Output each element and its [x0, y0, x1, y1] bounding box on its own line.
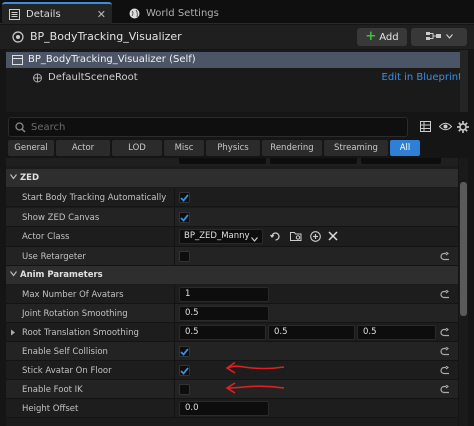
chevron-down-icon	[445, 32, 453, 42]
reset-to-default-icon[interactable]	[440, 346, 450, 359]
property-max-avatars: Max Number Of Avatars 1	[6, 285, 458, 304]
property-label: Max Number Of Avatars	[22, 290, 124, 300]
category-lod[interactable]: LOD	[112, 140, 162, 156]
page-title: BP_BodyTracking_Visualizer	[30, 30, 182, 43]
add-circle-icon[interactable]	[310, 231, 321, 245]
category-general[interactable]: General	[8, 140, 54, 156]
close-icon[interactable]: ✕	[97, 8, 106, 21]
root-smoothing-x-input[interactable]: 0.5	[179, 325, 266, 340]
property-label: Stick Avatar On Floor	[22, 366, 112, 376]
blueprint-graph-icon	[425, 31, 442, 44]
plus-icon: +	[365, 29, 377, 44]
property-label: Show ZED Canvas	[22, 213, 100, 223]
gear-icon[interactable]	[457, 121, 469, 136]
property-label: Start Body Tracking Automatically	[22, 193, 167, 203]
tab-details[interactable]: Details ✕	[2, 2, 112, 24]
property-label: Height Offset	[22, 404, 79, 414]
foot-ik-checkbox[interactable]	[179, 384, 190, 395]
property-label: Actor Class	[22, 232, 70, 242]
annotation-arrow-foot-ik	[225, 382, 285, 394]
category-rendering[interactable]: Rendering	[262, 140, 322, 156]
use-selected-icon[interactable]	[270, 231, 281, 245]
reset-to-default-icon[interactable]	[440, 384, 450, 397]
category-misc[interactable]: Misc	[164, 140, 204, 156]
tab-world-settings-label: World Settings	[146, 7, 219, 19]
search-bar	[8, 117, 408, 137]
scene-root-icon	[32, 73, 43, 86]
property-label: Root Translation Smoothing	[22, 328, 139, 338]
section-anim-parameters[interactable]: Anim Parameters	[6, 266, 458, 284]
property-label: Joint Rotation Smoothing	[22, 309, 128, 319]
reset-to-default-icon[interactable]	[440, 289, 450, 302]
property-joint-smoothing: Joint Rotation Smoothing 0.5	[6, 304, 458, 323]
root-smoothing-z-input[interactable]: 0.5	[357, 325, 436, 340]
start-tracking-checkbox[interactable]	[179, 192, 190, 203]
clipped-row	[6, 158, 458, 166]
tree-item-self[interactable]: BP_BodyTracking_Visualizer (Self)	[6, 52, 468, 68]
blueprint-object-icon	[12, 31, 24, 46]
section-zed[interactable]: ZED	[6, 169, 458, 187]
property-start-tracking: Start Body Tracking Automatically	[6, 188, 458, 207]
category-all[interactable]: All	[390, 140, 420, 156]
property-self-collision: Enable Self Collision	[6, 342, 458, 361]
show-canvas-checkbox[interactable]	[179, 212, 190, 223]
property-root-smoothing: Root Translation Smoothing 0.5 0.5 0.5	[6, 323, 458, 342]
property-label: Enable Foot IK	[22, 385, 83, 395]
height-offset-input[interactable]: 0.0	[179, 401, 269, 416]
annotation-arrow-stick-floor	[225, 361, 285, 374]
stick-floor-checkbox[interactable]	[179, 365, 190, 376]
actor-class-value: BP_ZED_Manny	[184, 231, 250, 241]
property-show-canvas: Show ZED Canvas	[6, 208, 458, 227]
search-input[interactable]	[31, 120, 401, 135]
self-collision-checkbox[interactable]	[179, 346, 190, 357]
joint-smoothing-input[interactable]: 0.5	[179, 306, 269, 321]
browse-folder-icon[interactable]	[290, 231, 302, 244]
add-component-button[interactable]: + Add	[357, 28, 407, 46]
chevron-right-icon[interactable]	[10, 329, 16, 339]
property-panel: ZED Start Body Tracking Automatically Sh…	[6, 158, 458, 426]
max-avatars-input[interactable]: 1	[179, 287, 269, 302]
tab-world-settings[interactable]: World Settings	[122, 2, 232, 24]
scrollbar-thumb[interactable]	[460, 182, 467, 316]
section-zed-label: ZED	[20, 173, 40, 183]
edit-in-blueprint-link[interactable]: Edit in Blueprint	[382, 72, 462, 83]
use-retargeter-checkbox[interactable]	[179, 251, 190, 262]
tree-scrollbar[interactable]	[460, 50, 468, 112]
clear-x-icon[interactable]	[328, 231, 338, 244]
property-use-retargeter: Use Retargeter	[6, 247, 458, 266]
details-icon	[8, 8, 20, 20]
tree-item-default-scene-root-label: DefaultSceneRoot	[48, 72, 138, 83]
category-physics[interactable]: Physics	[206, 140, 260, 156]
property-scrollbar[interactable]	[459, 158, 468, 426]
blueprint-options-button[interactable]	[411, 28, 467, 46]
section-anim-parameters-label: Anim Parameters	[20, 270, 103, 280]
tree-item-self-label: BP_BodyTracking_Visualizer (Self)	[28, 54, 196, 65]
tab-strip: Details ✕ World Settings	[0, 0, 474, 24]
property-label: Use Retargeter	[22, 252, 86, 262]
globe-icon	[128, 7, 140, 19]
eye-icon[interactable]	[438, 121, 453, 135]
reset-to-default-icon[interactable]	[440, 251, 450, 264]
category-streaming[interactable]: Streaming	[324, 140, 388, 156]
property-height-offset: Height Offset 0.0	[6, 399, 458, 418]
add-label: Add	[379, 31, 399, 43]
search-icon	[15, 122, 26, 136]
actor-class-dropdown[interactable]: BP_ZED_Manny	[179, 229, 263, 244]
category-filter-bar: General Actor LOD Misc Physics Rendering…	[8, 140, 468, 156]
component-tree: BP_BodyTracking_Visualizer (Self) Defaul…	[6, 50, 468, 112]
component-icon	[12, 55, 23, 68]
chevron-down-icon	[251, 234, 258, 247]
table-view-icon[interactable]	[420, 121, 431, 135]
property-actor-class: Actor Class BP_ZED_Manny	[6, 227, 458, 247]
category-actor[interactable]: Actor	[56, 140, 110, 156]
reset-to-default-icon[interactable]	[440, 327, 450, 340]
tree-item-default-scene-root[interactable]: DefaultSceneRoot Edit in Blueprint	[6, 70, 468, 86]
chevron-down-icon	[10, 173, 17, 183]
tab-details-label: Details	[26, 8, 61, 20]
root-smoothing-y-input[interactable]: 0.5	[268, 325, 355, 340]
reset-to-default-icon[interactable]	[440, 365, 450, 378]
property-label: Enable Self Collision	[22, 347, 108, 357]
chevron-down-icon	[10, 270, 17, 280]
